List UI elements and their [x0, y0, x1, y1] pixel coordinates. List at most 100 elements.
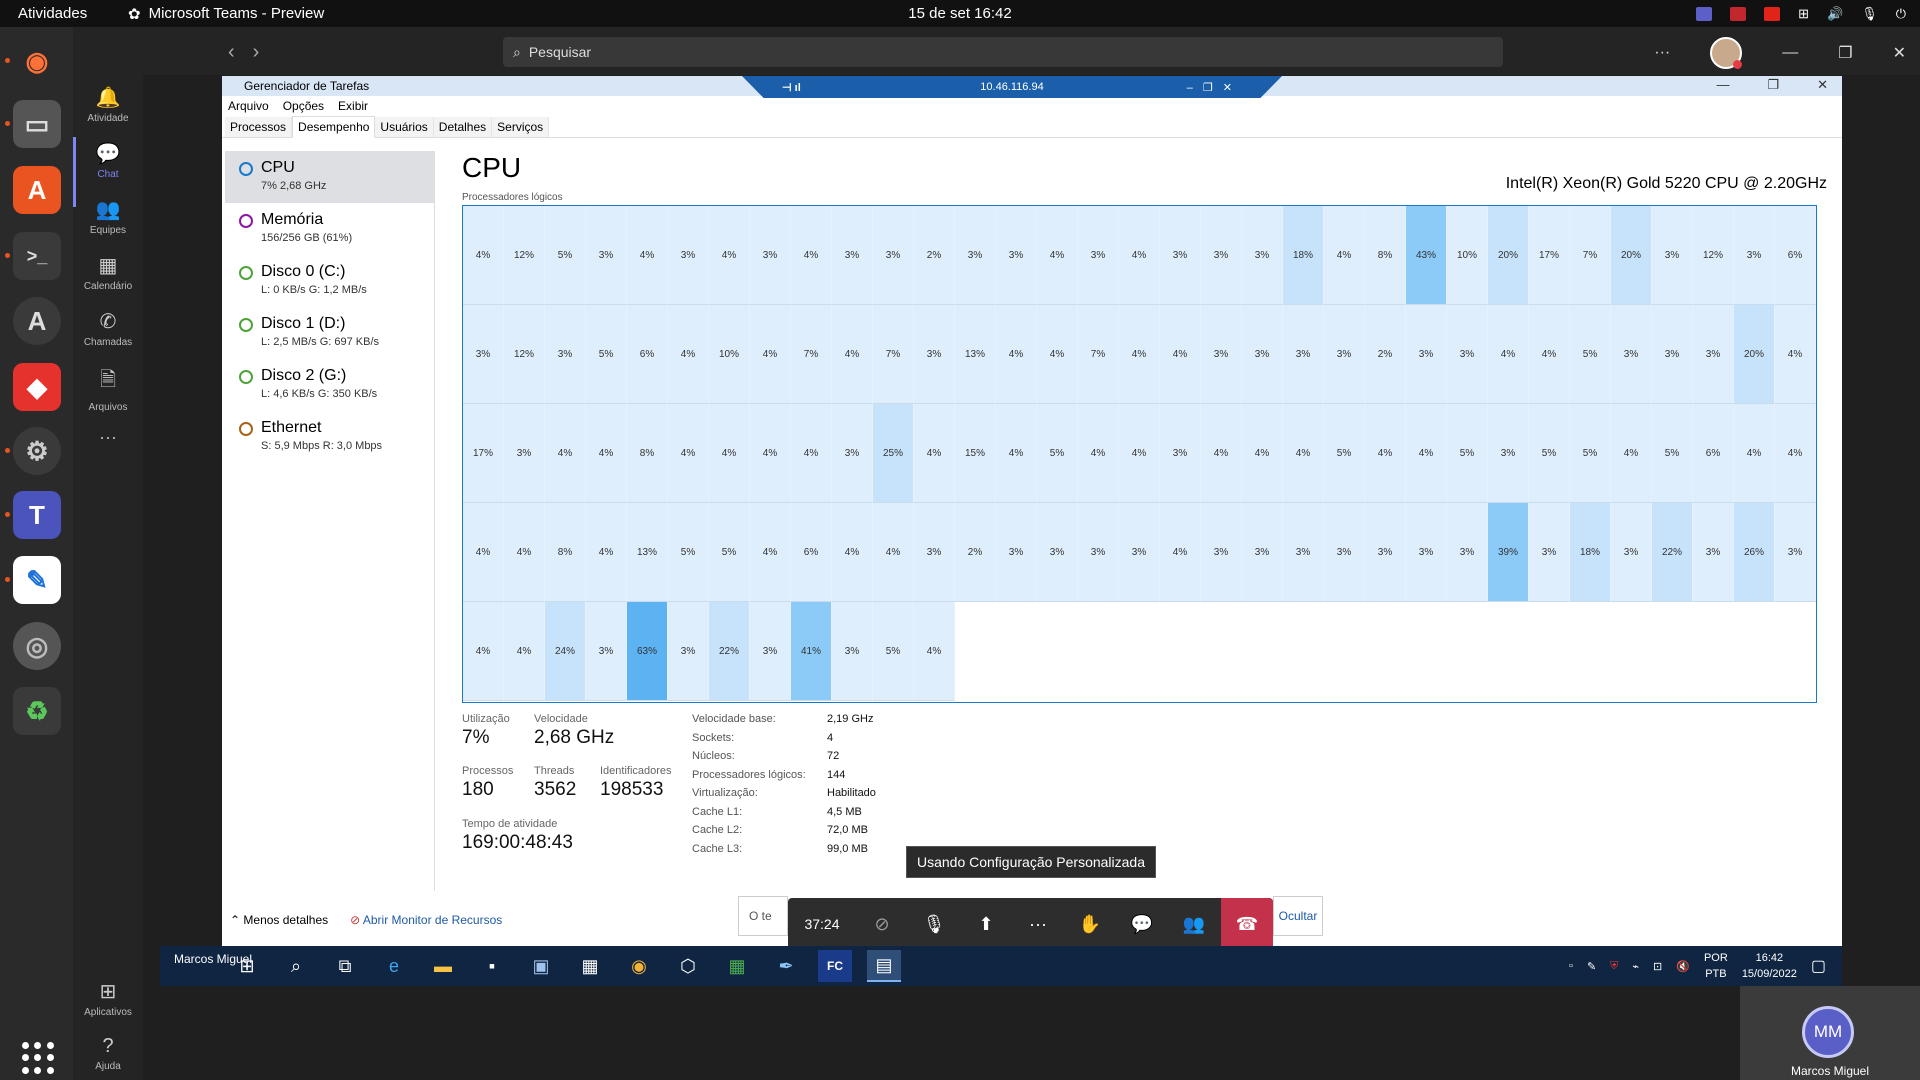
history-nav[interactable]: ‹› — [228, 41, 277, 64]
tab-usuarios[interactable]: Usuários — [375, 117, 434, 137]
app-tray-icon[interactable] — [1730, 6, 1747, 21]
perf-item[interactable]: Disco 2 (G:) L: 4,6 KB/s G: 350 KB/s — [225, 359, 434, 411]
search-icon[interactable]: ⌕ — [279, 950, 313, 982]
restore-icon[interactable]: ❐ — [1838, 43, 1852, 63]
participant-tile[interactable]: MM Marcos Miguel — [1740, 986, 1920, 1080]
files-icon[interactable]: ▭ — [13, 100, 61, 148]
edge-icon[interactable]: e — [377, 950, 411, 982]
detail-row: Cache L3: 99,0 MB — [692, 843, 876, 862]
power-icon[interactable]: ⏻ — [1896, 6, 1906, 22]
rail-item-calls[interactable]: ✆ Chamadas — [73, 309, 143, 348]
presenter-toolbar-left[interactable]: O te — [738, 896, 788, 936]
software-updater-icon[interactable]: A — [13, 297, 61, 345]
terminal-icon[interactable]: >_ — [13, 232, 61, 280]
tab-desempenho[interactable]: Desempenho — [292, 116, 376, 138]
notifications-icon[interactable]: ▢ — [1811, 956, 1826, 976]
rdp-connection-bar[interactable]: ⊣ ıl 10.46.116.94 –❐✕ — [742, 76, 1282, 98]
more-options-icon[interactable]: ··· — [1654, 44, 1670, 62]
search-input[interactable]: ⌕ Pesquisar — [503, 37, 1503, 67]
mute-icon[interactable]: 🔇 — [1676, 960, 1690, 973]
menu-opcoes[interactable]: Opções — [283, 99, 324, 113]
pin-icon[interactable]: ⊣ ıl — [782, 81, 801, 94]
chrome-icon[interactable]: ◉ — [622, 950, 656, 982]
resource-monitor-link[interactable]: ⊘ Abrir Monitor de Recursos — [350, 913, 502, 927]
more-apps-icon[interactable]: ··· — [73, 427, 143, 448]
share-screen-icon[interactable]: ⬆ — [960, 914, 1012, 935]
shield-icon[interactable]: ⛨ — [1610, 960, 1618, 973]
sql-icon[interactable]: ▦ — [573, 950, 607, 982]
anydesk-icon[interactable]: ◆ — [13, 363, 61, 411]
less-details-button[interactable]: ⌃ Menos detalhes — [230, 913, 328, 927]
rail-item-calendar[interactable]: ▦ Calendário — [73, 253, 143, 292]
meeting-chat-icon[interactable]: 💬 — [1116, 914, 1168, 935]
rail-item-chat[interactable]: 💬 Chat — [73, 141, 143, 180]
rail-item-teams[interactable]: 👥 Equipes — [73, 197, 143, 236]
close-icon[interactable]: ✕ — [1893, 43, 1906, 63]
rail-item-activity[interactable]: 🔔 Atividade — [73, 85, 143, 124]
perf-item[interactable]: Memória 156/256 GB (61%) — [225, 203, 434, 255]
perf-item[interactable]: Disco 1 (D:) L: 2,5 MB/s G: 697 KB/s — [225, 307, 434, 359]
start-icon[interactable]: ⊞ — [230, 950, 264, 982]
perf-item-sub: L: 0 KB/s G: 1,2 MB/s — [261, 284, 367, 296]
language-indicator[interactable]: POR PTB — [1704, 950, 1728, 982]
cube-icon[interactable]: ⬡ — [671, 950, 705, 982]
excel-icon[interactable]: ▦ — [720, 950, 754, 982]
tray-icon[interactable]: ▫ — [1569, 960, 1573, 972]
tab-servicos[interactable]: Serviços — [492, 117, 550, 137]
show-apps-icon[interactable] — [22, 1042, 54, 1074]
menu-arquivo[interactable]: Arquivo — [228, 99, 269, 113]
text-editor-icon[interactable]: ✎ — [13, 556, 61, 604]
close-icon[interactable]: ✕ — [1817, 77, 1828, 93]
pen-icon[interactable]: ✎ — [1587, 960, 1596, 973]
cmd-icon[interactable]: ▪ — [475, 950, 509, 982]
disk-icon[interactable]: ◎ — [13, 622, 61, 670]
anydesk-tray-icon[interactable] — [1764, 6, 1781, 21]
raise-hand-icon[interactable]: ✋ — [1064, 914, 1116, 935]
network-icon[interactable]: ⊡ — [1653, 960, 1662, 973]
microphone-icon[interactable]: 🎙 — [908, 914, 960, 935]
cpu-details: Velocidade base: 2,19 GHz Sockets: 4 Núcleos… — [692, 713, 876, 861]
perf-item[interactable]: CPU 7% 2,68 GHz — [225, 151, 434, 203]
more-actions-icon[interactable]: ··· — [1012, 914, 1064, 935]
perf-item[interactable]: Ethernet S: 5,9 Mbps R: 3,0 Mbps — [225, 411, 434, 463]
trash-icon[interactable]: ♻ — [13, 687, 61, 735]
hang-up-icon[interactable]: ☎ — [1221, 898, 1273, 950]
teams-dock-icon[interactable]: T — [13, 491, 61, 539]
server-manager-icon[interactable]: ▣ — [524, 950, 558, 982]
feather-icon[interactable]: ✒ — [769, 950, 803, 982]
camera-off-icon[interactable]: ⊘ — [856, 914, 908, 935]
task-view-icon[interactable]: ⧉ — [328, 950, 362, 982]
network-icon[interactable]: ⊞ — [1798, 6, 1809, 22]
hide-button[interactable]: Ocultar — [1273, 896, 1323, 936]
rail-item-files[interactable]: 🗎 Arquivos — [73, 365, 143, 413]
volume-icon[interactable]: 🔊 — [1827, 6, 1843, 22]
usb-icon[interactable]: ⌁ — [1632, 960, 1639, 973]
restore-icon[interactable]: ❐ — [1767, 77, 1779, 93]
microphone-icon[interactable]: 🎙 — [1861, 6, 1878, 22]
teams-tray-icon[interactable] — [1696, 6, 1713, 21]
minimize-icon[interactable]: — — [1716, 77, 1729, 93]
profile-avatar[interactable] — [1710, 37, 1743, 69]
app-menu[interactable]: ✿ Microsoft Teams - Preview — [128, 5, 324, 23]
windows-clock[interactable]: 16:42 15/09/2022 — [1742, 950, 1797, 982]
rail-item-apps[interactable]: ⊞ Aplicativos — [73, 979, 143, 1018]
activities-button[interactable]: Atividades — [18, 5, 128, 22]
file-explorer-icon[interactable]: ▬ — [426, 950, 460, 982]
fc-icon[interactable]: FC — [818, 950, 852, 982]
rdp-window-controls[interactable]: –❐✕ — [1187, 81, 1242, 94]
tab-processos[interactable]: Processos — [225, 117, 293, 137]
participants-icon[interactable]: 👥 — [1168, 914, 1220, 935]
firefox-icon[interactable]: ◉ — [13, 37, 61, 85]
tab-detalhes[interactable]: Detalhes — [433, 117, 493, 137]
rail-item-help[interactable]: ? Ajuda — [73, 1035, 143, 1072]
software-center-icon[interactable]: A — [13, 166, 61, 214]
task-manager-taskbar-icon[interactable]: ▤ — [867, 950, 901, 982]
minimize-icon[interactable]: — — [1782, 44, 1798, 62]
settings-icon[interactable]: ⚙ — [13, 427, 61, 475]
menu-exibir[interactable]: Exibir — [338, 99, 368, 113]
system-tray[interactable]: ⊞ 🔊 🎙 ⏻ — [1696, 0, 1906, 27]
perf-item[interactable]: Disco 0 (C:) L: 0 KB/s G: 1,2 MB/s — [225, 255, 434, 307]
back-icon[interactable]: ‹ — [228, 41, 253, 63]
forward-icon[interactable]: › — [253, 41, 278, 63]
cpu-core-cell: 3% — [1693, 305, 1734, 404]
